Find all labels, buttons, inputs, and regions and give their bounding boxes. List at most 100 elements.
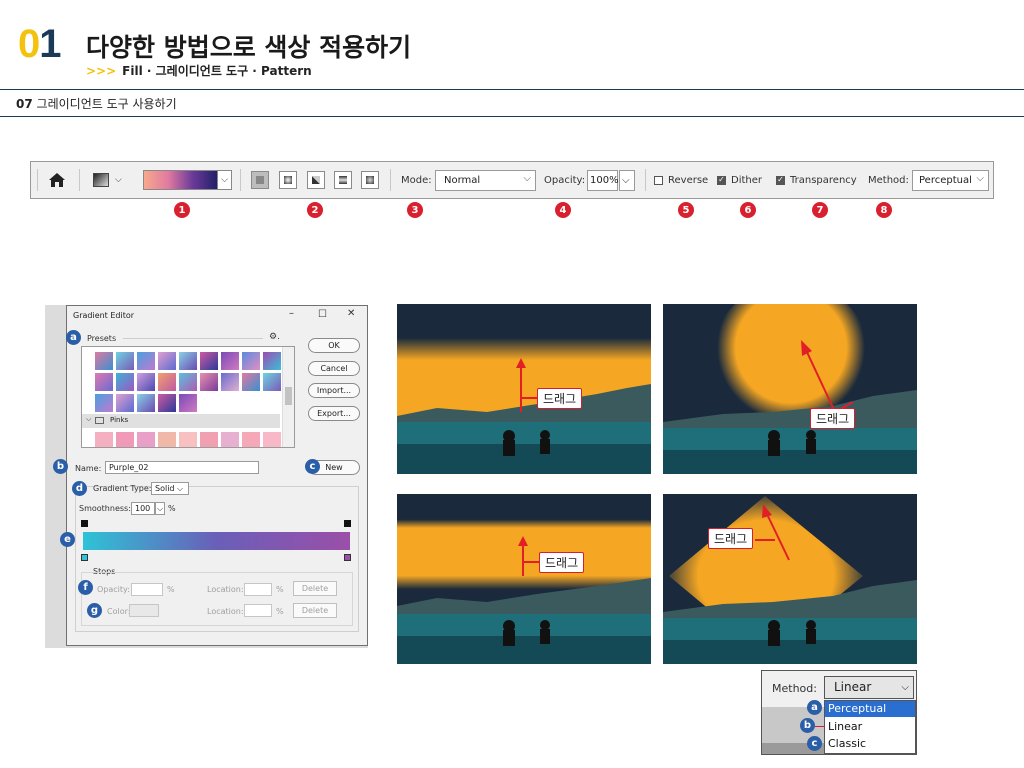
reflected-gradient-button[interactable] (334, 171, 352, 189)
gradient-preset-swatch[interactable] (220, 372, 240, 392)
opacity-dropdown-button[interactable]: ⌵ (619, 170, 635, 191)
gradient-preset-swatch[interactable] (136, 351, 156, 371)
method-option-perceptual[interactable]: Perceptual (825, 701, 915, 717)
gradient-preset-swatch[interactable] (136, 393, 156, 413)
export-button[interactable]: Export... (308, 406, 360, 421)
gradient-preview[interactable]: ⌵ (143, 162, 232, 198)
page-title: 다양한 방법으로 색상 적용하기 (86, 33, 412, 62)
gradient-preset-swatch[interactable] (115, 431, 135, 447)
presets-label: Presets (87, 334, 117, 343)
gradient-preset-swatch[interactable] (115, 372, 135, 392)
gradient-preset-swatch[interactable] (136, 431, 156, 447)
gradient-editor-window: Gradient Editor – ☐ ✕ Presets ⚙. ⌵ Pinks… (66, 305, 368, 646)
opacity-input[interactable]: 100% (587, 170, 619, 191)
stop-location-input[interactable] (244, 604, 272, 617)
close-icon[interactable]: ✕ (347, 308, 355, 319)
stop-location-input[interactable] (244, 583, 272, 596)
mode-select[interactable]: Normal ⌵ (435, 170, 536, 191)
reverse-label: Reverse (668, 174, 709, 186)
gradient-bar[interactable] (83, 532, 350, 550)
presets-list[interactable]: ⌵ Pinks (81, 346, 295, 448)
stop-color-swatch[interactable] (129, 604, 159, 617)
gear-icon[interactable]: ⚙. (269, 332, 280, 342)
import-button[interactable]: Import... (308, 383, 360, 398)
gradient-preset-swatch[interactable] (157, 351, 177, 371)
gradient-preset-swatch[interactable] (136, 372, 156, 392)
color-stop-right[interactable] (344, 554, 351, 561)
gradient-preset-swatch[interactable] (262, 431, 282, 447)
bar-separator (645, 169, 646, 191)
minimize-icon[interactable]: – (289, 308, 294, 319)
home-icon[interactable] (48, 162, 66, 198)
dither-check-box[interactable]: ✓ (717, 175, 726, 185)
name-input[interactable]: Purple_02 (105, 461, 259, 474)
reverse-checkbox[interactable]: Reverse (654, 162, 708, 198)
bar-separator (390, 169, 391, 191)
gradient-preset-swatch[interactable] (241, 372, 261, 392)
opacity-stop-right[interactable] (344, 520, 351, 527)
gradient-type-select[interactable]: Solid ⌵ (151, 482, 189, 495)
maximize-icon[interactable]: ☐ (318, 309, 327, 320)
gradient-preset-swatch[interactable] (199, 351, 219, 371)
gradient-preset-swatch[interactable] (115, 351, 135, 371)
scroll-thumb[interactable] (285, 387, 292, 405)
dither-checkbox[interactable]: ✓ Dither (717, 162, 762, 198)
delete-opacity-button[interactable]: Delete (293, 581, 337, 596)
gradient-preset-swatch[interactable] (220, 351, 240, 371)
gradient-preset-swatch[interactable] (178, 431, 198, 447)
linear-gradient-icon (256, 176, 264, 184)
linear-gradient-button[interactable] (251, 171, 269, 189)
method-select[interactable]: Perceptual ⌵ (912, 170, 989, 191)
reverse-check-box[interactable] (654, 175, 663, 185)
gradient-preset-swatch[interactable] (199, 431, 219, 447)
gradient-preset-swatch[interactable] (241, 351, 261, 371)
gradient-preset-swatch[interactable] (262, 351, 282, 371)
stop-opacity-input[interactable] (131, 583, 163, 596)
gradient-preset-swatch[interactable] (94, 372, 114, 392)
folder-label: Pinks (110, 416, 129, 424)
gradient-preset-swatch[interactable] (178, 372, 198, 392)
tool-preset-picker[interactable]: ⌵ (93, 162, 122, 198)
gradient-preset-swatch[interactable] (220, 431, 240, 447)
method-option-linear[interactable]: Linear (825, 719, 915, 735)
gradient-preset-swatch[interactable] (157, 393, 177, 413)
gradient-preset-swatch[interactable] (178, 351, 198, 371)
gradient-preset-swatch[interactable] (199, 372, 219, 392)
callout-badge-7: 7 (812, 202, 828, 218)
diamond-gradient-button[interactable] (361, 171, 379, 189)
percent-sign: % (167, 585, 175, 594)
gradient-dropdown-button[interactable]: ⌵ (218, 170, 232, 190)
gradient-preset-swatch[interactable] (94, 393, 114, 413)
transparency-checkbox[interactable]: ✓ Transparency (776, 162, 857, 198)
chapter-number: 01 (18, 22, 62, 66)
callout-badge-4: 4 (555, 202, 571, 218)
gradient-preset-swatch[interactable] (157, 372, 177, 392)
smoothness-dropdown[interactable]: ⌵ (155, 502, 165, 515)
presets-scrollbar[interactable] (282, 347, 294, 447)
cancel-button[interactable]: Cancel (308, 361, 360, 376)
smoothness-input[interactable]: 100 (131, 502, 155, 515)
gradient-preset-swatch[interactable] (94, 351, 114, 371)
folder-icon (95, 417, 104, 424)
radial-gradient-button[interactable] (279, 171, 297, 189)
method-select[interactable]: Linear ⌵ (824, 676, 914, 699)
gradient-swatch (143, 170, 218, 190)
gradient-preset-swatch[interactable] (115, 393, 135, 413)
angle-gradient-button[interactable] (307, 171, 325, 189)
ok-button[interactable]: OK (308, 338, 360, 353)
delete-color-button[interactable]: Delete (293, 603, 337, 618)
gradient-preset-swatch[interactable] (262, 372, 282, 392)
percent-sign: % (276, 607, 284, 616)
folder-row[interactable]: ⌵ Pinks (82, 414, 280, 428)
gradient-preset-swatch[interactable] (94, 431, 114, 447)
color-stop-left[interactable] (81, 554, 88, 561)
gradient-preset-swatch[interactable] (241, 431, 261, 447)
chevron-down-icon: ⌵ (976, 173, 984, 184)
section-rule (0, 116, 1024, 117)
radial-gradient-icon (284, 176, 292, 184)
gradient-preset-swatch[interactable] (178, 393, 198, 413)
opacity-stop-left[interactable] (81, 520, 88, 527)
transparency-check-box[interactable]: ✓ (776, 175, 785, 185)
gradient-preset-swatch[interactable] (157, 431, 177, 447)
method-option-classic[interactable]: Classic (825, 736, 915, 752)
